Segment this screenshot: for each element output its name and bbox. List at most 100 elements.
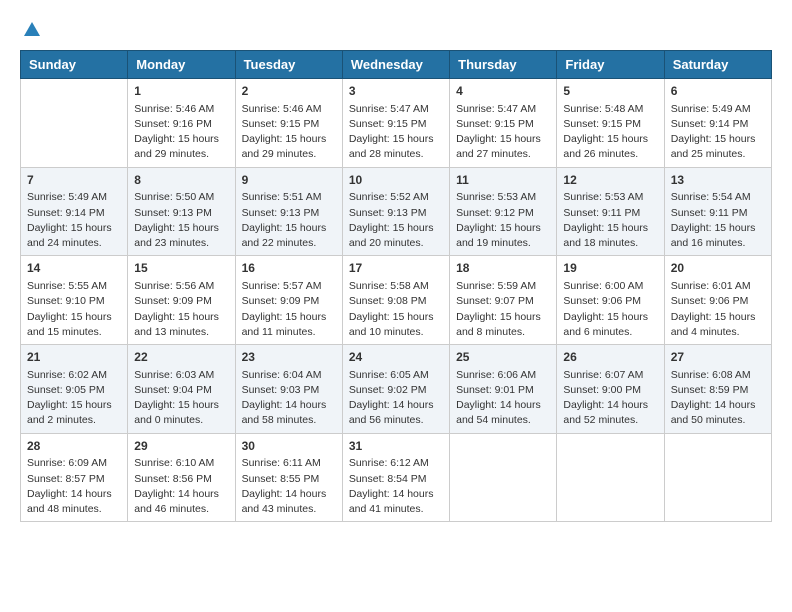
day-number: 12 [563,172,657,189]
day-info: Sunrise: 5:46 AM Sunset: 9:16 PM Dayligh… [134,102,228,163]
calendar-table: SundayMondayTuesdayWednesdayThursdayFrid… [20,50,772,522]
day-number: 7 [27,172,121,189]
calendar-cell: 23 Sunrise: 6:04 AM Sunset: 9:03 PM Dayli… [235,345,342,434]
calendar-cell: 21 Sunrise: 6:02 AM Sunset: 9:05 PM Dayli… [21,345,128,434]
calendar-cell: 24 Sunrise: 6:05 AM Sunset: 9:02 PM Dayli… [342,345,449,434]
day-info: Sunrise: 6:09 AM Sunset: 8:57 PM Dayligh… [27,456,121,517]
day-number: 11 [456,172,550,189]
day-number: 8 [134,172,228,189]
day-number: 24 [349,349,443,366]
day-number: 14 [27,260,121,277]
calendar-cell: 2 Sunrise: 5:46 AM Sunset: 9:15 PM Daylig… [235,79,342,168]
calendar-week-row: 21 Sunrise: 6:02 AM Sunset: 9:05 PM Dayli… [21,345,772,434]
calendar-week-row: 7Sunrise: 5:49 AM Sunset: 9:14 PM Daylig… [21,167,772,256]
calendar-cell: 9Sunrise: 5:51 AM Sunset: 9:13 PM Daylig… [235,167,342,256]
calendar-cell [664,433,771,522]
day-info: Sunrise: 5:49 AM Sunset: 9:14 PM Dayligh… [671,102,765,163]
day-info: Sunrise: 5:50 AM Sunset: 9:13 PM Dayligh… [134,190,228,251]
day-number: 29 [134,438,228,455]
calendar-cell: 6 Sunrise: 5:49 AM Sunset: 9:14 PM Daylig… [664,79,771,168]
column-header-friday: Friday [557,51,664,79]
day-info: Sunrise: 6:08 AM Sunset: 8:59 PM Dayligh… [671,368,765,429]
calendar-cell: 29Sunrise: 6:10 AM Sunset: 8:56 PM Dayli… [128,433,235,522]
calendar-cell: 5 Sunrise: 5:48 AM Sunset: 9:15 PM Daylig… [557,79,664,168]
calendar-cell: 16 Sunrise: 5:57 AM Sunset: 9:09 PM Dayli… [235,256,342,345]
column-header-wednesday: Wednesday [342,51,449,79]
calendar-cell: 4 Sunrise: 5:47 AM Sunset: 9:15 PM Daylig… [450,79,557,168]
column-header-monday: Monday [128,51,235,79]
day-info: Sunrise: 6:06 AM Sunset: 9:01 PM Dayligh… [456,368,550,429]
day-info: Sunrise: 5:48 AM Sunset: 9:15 PM Dayligh… [563,102,657,163]
day-number: 31 [349,438,443,455]
day-info: Sunrise: 6:02 AM Sunset: 9:05 PM Dayligh… [27,368,121,429]
day-info: Sunrise: 5:47 AM Sunset: 9:15 PM Dayligh… [349,102,443,163]
day-info: Sunrise: 6:01 AM Sunset: 9:06 PM Dayligh… [671,279,765,340]
day-info: Sunrise: 6:12 AM Sunset: 8:54 PM Dayligh… [349,456,443,517]
day-number: 21 [27,349,121,366]
calendar-cell [450,433,557,522]
calendar-week-row: 28Sunrise: 6:09 AM Sunset: 8:57 PM Dayli… [21,433,772,522]
calendar-cell: 3 Sunrise: 5:47 AM Sunset: 9:15 PM Daylig… [342,79,449,168]
day-number: 15 [134,260,228,277]
day-info: Sunrise: 5:58 AM Sunset: 9:08 PM Dayligh… [349,279,443,340]
company-logo [20,20,42,40]
calendar-cell: 7Sunrise: 5:49 AM Sunset: 9:14 PM Daylig… [21,167,128,256]
day-number: 23 [242,349,336,366]
day-number: 17 [349,260,443,277]
day-info: Sunrise: 5:53 AM Sunset: 9:12 PM Dayligh… [456,190,550,251]
day-number: 2 [242,83,336,100]
day-info: Sunrise: 5:55 AM Sunset: 9:10 PM Dayligh… [27,279,121,340]
day-info: Sunrise: 5:54 AM Sunset: 9:11 PM Dayligh… [671,190,765,251]
calendar-cell [21,79,128,168]
page-header [20,20,772,40]
day-number: 6 [671,83,765,100]
day-info: Sunrise: 6:00 AM Sunset: 9:06 PM Dayligh… [563,279,657,340]
logo-triangle-icon [22,20,42,40]
calendar-cell: 11Sunrise: 5:53 AM Sunset: 9:12 PM Dayli… [450,167,557,256]
calendar-header-row: SundayMondayTuesdayWednesdayThursdayFrid… [21,51,772,79]
column-header-tuesday: Tuesday [235,51,342,79]
day-number: 20 [671,260,765,277]
day-info: Sunrise: 5:52 AM Sunset: 9:13 PM Dayligh… [349,190,443,251]
calendar-week-row: 14 Sunrise: 5:55 AM Sunset: 9:10 PM Dayli… [21,256,772,345]
calendar-cell: 17 Sunrise: 5:58 AM Sunset: 9:08 PM Dayli… [342,256,449,345]
column-header-thursday: Thursday [450,51,557,79]
calendar-cell: 10Sunrise: 5:52 AM Sunset: 9:13 PM Dayli… [342,167,449,256]
calendar-cell: 15 Sunrise: 5:56 AM Sunset: 9:09 PM Dayli… [128,256,235,345]
calendar-cell: 31Sunrise: 6:12 AM Sunset: 8:54 PM Dayli… [342,433,449,522]
calendar-cell: 30Sunrise: 6:11 AM Sunset: 8:55 PM Dayli… [235,433,342,522]
day-info: Sunrise: 5:51 AM Sunset: 9:13 PM Dayligh… [242,190,336,251]
day-info: Sunrise: 5:57 AM Sunset: 9:09 PM Dayligh… [242,279,336,340]
day-info: Sunrise: 5:53 AM Sunset: 9:11 PM Dayligh… [563,190,657,251]
day-info: Sunrise: 6:11 AM Sunset: 8:55 PM Dayligh… [242,456,336,517]
day-info: Sunrise: 6:04 AM Sunset: 9:03 PM Dayligh… [242,368,336,429]
day-number: 3 [349,83,443,100]
day-number: 13 [671,172,765,189]
calendar-cell: 22Sunrise: 6:03 AM Sunset: 9:04 PM Dayli… [128,345,235,434]
day-number: 30 [242,438,336,455]
calendar-cell: 28Sunrise: 6:09 AM Sunset: 8:57 PM Dayli… [21,433,128,522]
day-number: 22 [134,349,228,366]
calendar-cell: 20 Sunrise: 6:01 AM Sunset: 9:06 PM Dayli… [664,256,771,345]
calendar-cell: 13Sunrise: 5:54 AM Sunset: 9:11 PM Dayli… [664,167,771,256]
day-info: Sunrise: 5:47 AM Sunset: 9:15 PM Dayligh… [456,102,550,163]
day-number: 19 [563,260,657,277]
day-number: 10 [349,172,443,189]
day-number: 26 [563,349,657,366]
day-info: Sunrise: 5:46 AM Sunset: 9:15 PM Dayligh… [242,102,336,163]
day-number: 1 [134,83,228,100]
calendar-cell: 26 Sunrise: 6:07 AM Sunset: 9:00 PM Dayli… [557,345,664,434]
calendar-cell: 14 Sunrise: 5:55 AM Sunset: 9:10 PM Dayli… [21,256,128,345]
day-number: 25 [456,349,550,366]
calendar-cell: 18Sunrise: 5:59 AM Sunset: 9:07 PM Dayli… [450,256,557,345]
day-info: Sunrise: 5:59 AM Sunset: 9:07 PM Dayligh… [456,279,550,340]
day-number: 5 [563,83,657,100]
day-info: Sunrise: 6:07 AM Sunset: 9:00 PM Dayligh… [563,368,657,429]
day-number: 4 [456,83,550,100]
column-header-sunday: Sunday [21,51,128,79]
day-number: 16 [242,260,336,277]
day-info: Sunrise: 6:05 AM Sunset: 9:02 PM Dayligh… [349,368,443,429]
day-info: Sunrise: 5:56 AM Sunset: 9:09 PM Dayligh… [134,279,228,340]
calendar-cell: 8Sunrise: 5:50 AM Sunset: 9:13 PM Daylig… [128,167,235,256]
calendar-cell: 12Sunrise: 5:53 AM Sunset: 9:11 PM Dayli… [557,167,664,256]
